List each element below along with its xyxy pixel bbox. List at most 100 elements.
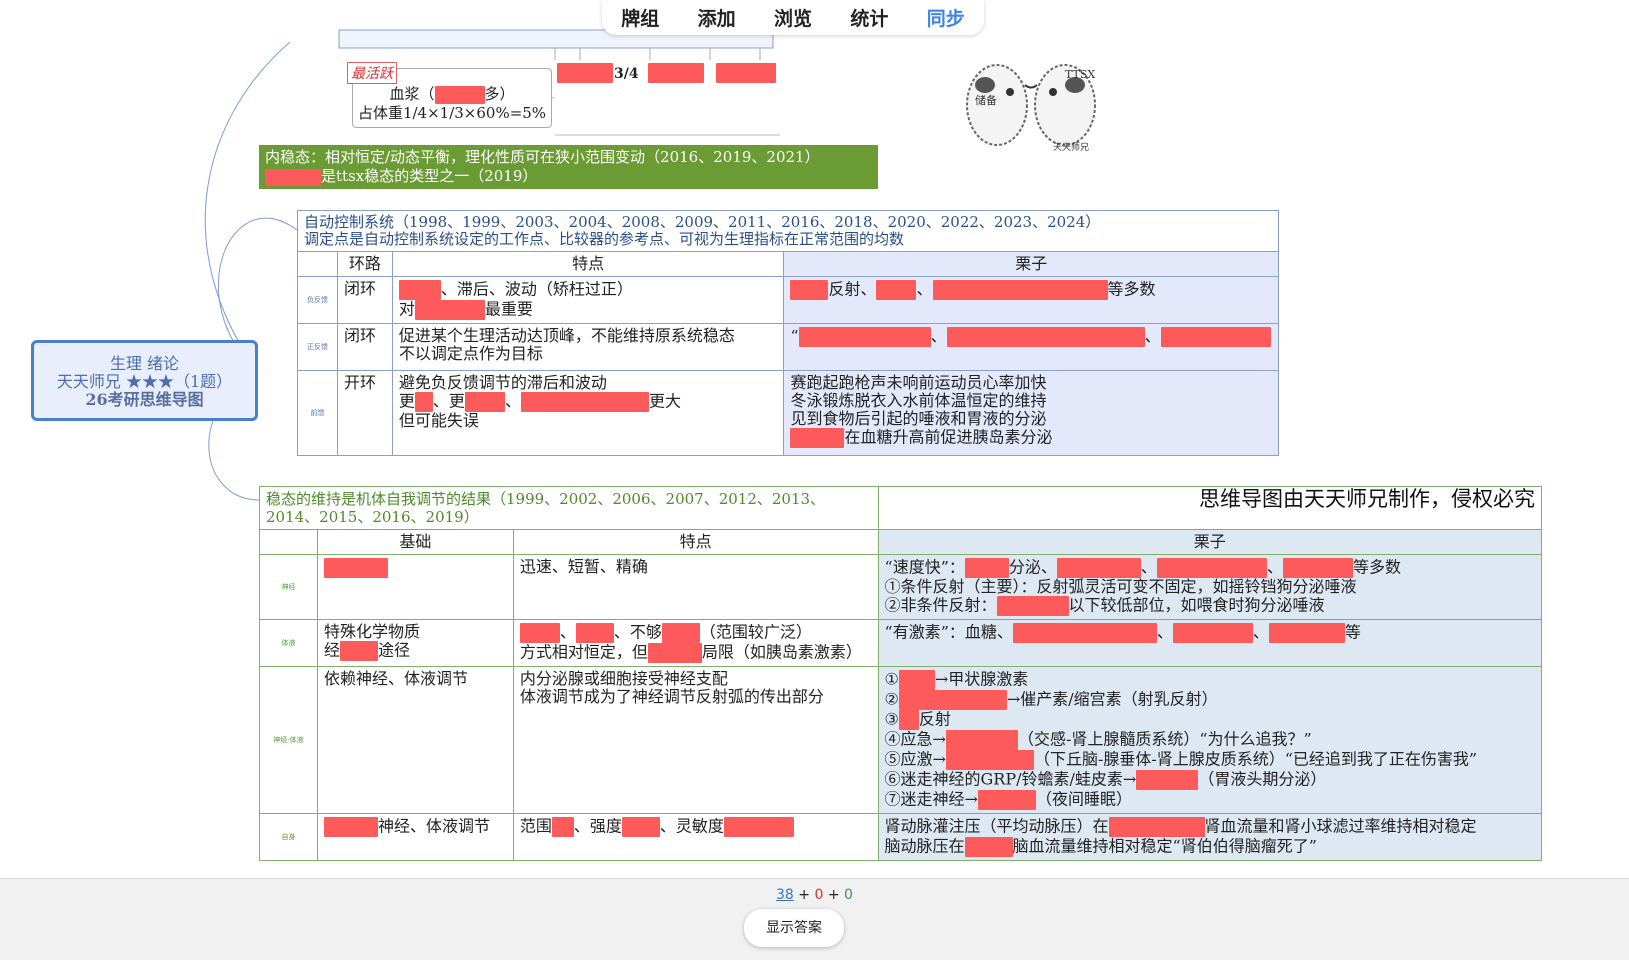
feature-cell: 内分泌腺或细胞接受神经支配 体液调节成为了神经调节反射弧的传出部分 [512,666,879,814]
redacted-block [1172,623,1253,643]
nav-decks[interactable]: 牌组 [621,4,659,31]
homeostasis-line1: 内稳态：相对恒定/动态平衡，理化性质可在狭小范围变动（2016、2019、202… [265,148,820,166]
ttsx-logo: 储备 TTSX 天天师兄 [955,60,1105,155]
redacted-block [621,817,660,837]
column-header: 栗子 [783,251,1279,277]
review-bar: 38 + 0 + 0 显示答案 [0,878,1629,960]
redacted-block [946,327,1145,347]
homeostasis-line2: 是ttsx稳态的类型之一（2019） [265,167,872,186]
redacted-block [1056,558,1141,578]
table-row: 前馈 开环 避免负反馈调节的滞后和波动 更、更、更大 但可能失误 赛跑起跑枪声未… [297,370,1279,456]
example-cell: “、、 [783,323,1279,371]
fraction-label: 3/4 [614,66,639,82]
loop-cell: 闭环 [336,323,393,371]
row-tag: 体液 [259,619,318,667]
table-row: 神经-体液 依赖神经、体液调节 内分泌腺或细胞接受神经支配 体液调节成为了神经调… [259,666,1543,814]
row-tag: 神经-体液 [259,666,318,814]
row-tag: 神经 [259,554,318,620]
copyright-note: 思维导图由天天师兄制作，侵权必究 [877,486,1543,530]
redacted-block [798,327,931,347]
redacted-block [339,641,378,661]
control-title-cell: 自动控制系统（1998、1999、2003、2004、2008、2009、201… [297,210,1279,252]
redacted-block [398,280,441,300]
redacted-block [265,168,321,186]
redacted-block [945,750,1034,770]
redacted-block [723,817,794,837]
redacted-block [551,817,574,837]
example-cell: 反射、、等多数 [783,276,1279,324]
redacted-block [964,558,1009,578]
logo-text: 天天师兄 [1053,143,1090,153]
nav-stats[interactable]: 统计 [850,4,888,31]
redacted-block [898,670,935,690]
redacted-block [1160,327,1271,347]
regulation-table: 稳态的维持是机体自我调节的结果（1999、2002、2006、2007、2012… [259,486,1543,861]
redacted-block [661,623,700,643]
redacted-block [945,730,1018,750]
feature-cell: 避免负反馈调节的滞后和波动 更、更、更大 但可能失误 [391,370,785,456]
column-header: 基础 [316,529,514,555]
redacted-block [1012,623,1157,643]
feature-cell: 促进某个生理活动达顶峰，不能维持原系统稳态 不以调定点作为目标 [391,323,785,371]
nav-browse[interactable]: 浏览 [774,4,812,31]
redacted-block [647,643,702,663]
redacted-block [414,392,433,412]
feature-cell: 范围 、强度 、灵敏度 [512,813,879,861]
control-system-table: 自动控制系统（1998、1999、2003、2004、2008、2009、201… [297,210,1279,456]
example-cell: ① →甲状腺激素 ② →催产素/缩宫素（射乳反射） ③ 反射 ④应急→ （交感-肾上腺髓… [877,666,1543,814]
feature-cell: 、滞后、波动（矫枉过正） 对最重要 [391,276,785,324]
redacted-block [898,710,919,730]
column-header: 栗子 [877,529,1543,555]
redacted-block [1282,558,1353,578]
table-row: 体液 特殊化学物质 经途径 、、不够 （范围较广泛） 方式相对恒定，但 局限（如胰岛… [259,619,1543,667]
redacted-block [1268,623,1345,643]
review-count: 0 [844,887,853,903]
top-nav: 牌组 添加 浏览 统计 同步 [602,0,984,35]
base-cell: 依赖神经、体液调节 [316,666,514,814]
redacted-block [977,790,1036,810]
redacted-block [520,392,649,412]
column-header: 特点 [391,251,785,277]
redacted-block [898,690,1007,710]
redacted-block [1156,558,1267,578]
logo-text: TTSX [1065,68,1096,81]
logo-text: 储备 [975,94,997,107]
card-counts: 38 + 0 + 0 [776,887,853,903]
homeostasis-node: 内稳态：相对恒定/动态平衡，理化性质可在狭小范围变动（2016、2019、202… [259,145,878,189]
base-cell: 神经、体液调节 [316,813,514,861]
column-header: 环路 [336,251,393,277]
nav-sync[interactable]: 同步 [927,4,965,31]
column-header: 特点 [512,529,879,555]
redacted-block [790,428,845,448]
redacted-block [932,280,1108,300]
new-count[interactable]: 38 [776,887,794,903]
most-active-tag: 最活跃 [347,62,397,84]
base-cell [316,554,514,620]
show-answer-button[interactable]: 显示答案 [744,909,844,947]
table-row: 负反馈 闭环 、滞后、波动（矫枉过正） 对最重要 反射、、等多数 [297,276,1279,324]
central-topic-node[interactable]: 生理 绪论 天天师兄 ★★★（1题） 26考研思维导图 [31,340,258,421]
redacted-block [1136,770,1199,790]
base-cell: 特殊化学物质 经途径 [316,619,514,667]
redacted-block [996,596,1069,616]
redacted-block [964,837,1013,857]
example-cell: “速度快”： 分泌、、、等多数 ①条件反射（主要）：反射弧灵活可变不固定，如摇铃铛… [877,554,1543,620]
redacted-block [557,63,613,83]
row-tag: 负反馈 [297,276,338,324]
redacted-block [519,623,560,643]
redacted-block [648,63,704,83]
central-line1: 生理 绪论 [109,354,180,373]
empty-header [297,251,338,277]
nav-add[interactable]: 添加 [698,4,736,31]
control-title: 自动控制系统（1998、1999、2003、2004、2008、2009、201… [304,213,1101,231]
row-tag: 正反馈 [297,323,338,371]
learn-count: 0 [814,887,824,903]
plasma-line2: 占体重1/4×1/3×60%=5% [357,104,547,122]
example-cell: “有激素”：血糖、、、等 [877,619,1543,667]
redacted-block [1108,817,1205,837]
mindmap-canvas: 3/4 血浆（ 多） 占体重1/4×1/3×60%=5% 最活跃 储备 TTSX … [0,0,1629,878]
plasma-line1: 血浆（ 多） [389,85,515,104]
redacted-block [575,623,614,643]
table-row: 神经 迅速、短暂、精确 “速度快”： 分泌、、、等多数 ①条件反射（主要）：反射弧… [259,554,1543,620]
regulation-title: 稳态的维持是机体自我调节的结果（1999、2002、2006、2007、2012… [259,486,879,530]
